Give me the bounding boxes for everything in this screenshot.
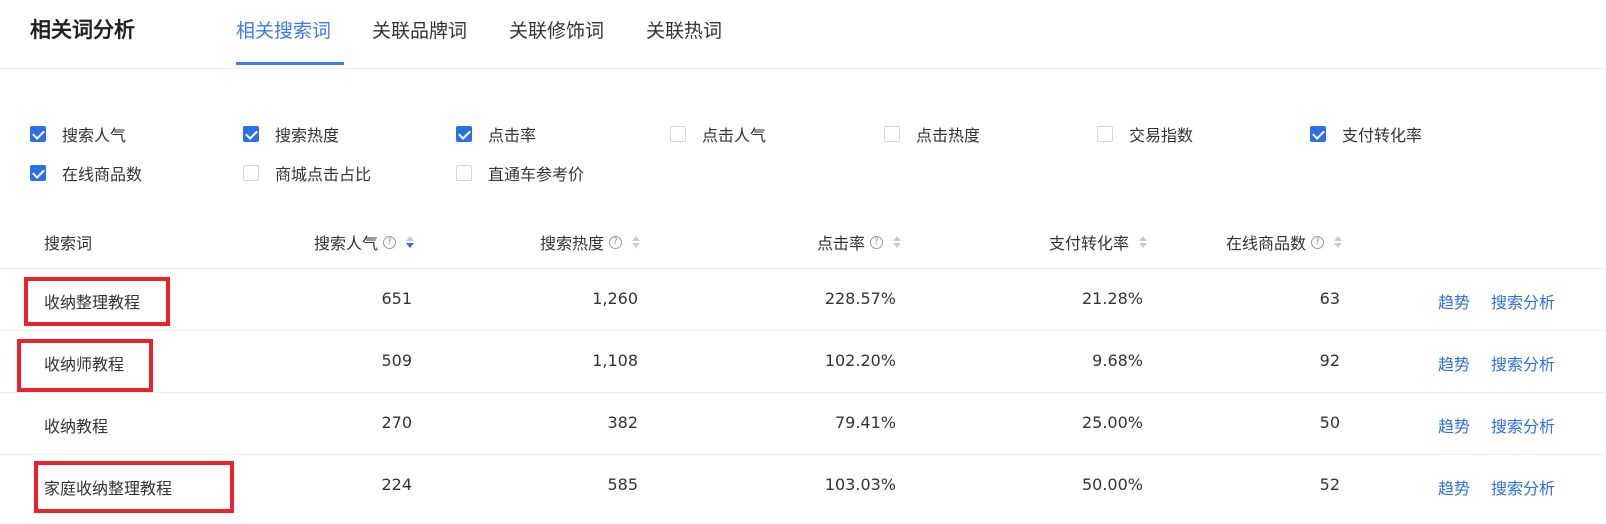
- keyword-cell: 收纳教程: [44, 417, 109, 436]
- tab-related-modifier-words[interactable]: 关联修饰词: [509, 16, 604, 43]
- ctr-cell: 103.03%: [824, 475, 896, 494]
- heat-cell: 382: [607, 413, 638, 432]
- checkbox-unchecked-icon[interactable]: [456, 165, 472, 181]
- tab-related-search-words[interactable]: 相关搜索词: [236, 16, 331, 43]
- popularity-cell: 509: [381, 351, 412, 370]
- products-cell: 63: [1319, 289, 1340, 308]
- checkbox-checked-icon[interactable]: [30, 126, 46, 142]
- trend-link[interactable]: 趋势: [1438, 475, 1470, 499]
- products-cell: 92: [1319, 351, 1340, 370]
- col-search-heat[interactable]: 搜索热度 ?: [540, 230, 641, 254]
- sort-icon[interactable]: [893, 236, 902, 248]
- heat-cell: 1,108: [592, 351, 638, 370]
- trend-link[interactable]: 趋势: [1438, 289, 1470, 313]
- heat-cell: 585: [607, 475, 638, 494]
- search-analysis-link[interactable]: 搜索分析: [1491, 289, 1555, 313]
- conversion-cell: 21.28%: [1081, 289, 1143, 308]
- popularity-cell: 651: [381, 289, 412, 308]
- filter-click-heat[interactable]: 点击热度: [884, 122, 980, 146]
- search-analysis-link[interactable]: 搜索分析: [1491, 351, 1555, 375]
- col-keyword: 搜索词: [44, 234, 93, 253]
- filter-click-popularity[interactable]: 点击人气: [670, 122, 766, 146]
- sort-icon[interactable]: [632, 236, 641, 248]
- products-cell: 52: [1319, 475, 1340, 494]
- conversion-cell: 50.00%: [1081, 475, 1143, 494]
- help-icon[interactable]: ?: [609, 235, 623, 249]
- tab-related-hot-words[interactable]: 关联热词: [646, 16, 722, 43]
- col-pay-conversion[interactable]: 支付转化率: [1049, 230, 1148, 254]
- checkbox-checked-icon[interactable]: [243, 126, 259, 142]
- heat-cell: 1,260: [592, 289, 638, 308]
- checkbox-unchecked-icon[interactable]: [884, 126, 900, 142]
- filter-trade-index[interactable]: 交易指数: [1097, 122, 1193, 146]
- filter-search-popularity[interactable]: 搜索人气: [30, 122, 126, 146]
- highlight-box: [24, 277, 170, 326]
- col-ctr[interactable]: 点击率 ?: [817, 230, 902, 254]
- checkbox-unchecked-icon[interactable]: [670, 126, 686, 142]
- filter-search-heat[interactable]: 搜索热度: [243, 122, 339, 146]
- active-tab-indicator: [236, 62, 344, 65]
- popularity-cell: 224: [381, 475, 412, 494]
- products-cell: 50: [1319, 413, 1340, 432]
- page-title: 相关词分析: [30, 18, 135, 42]
- filter-pay-conversion[interactable]: 支付转化率: [1310, 122, 1422, 146]
- highlight-box: [34, 461, 234, 513]
- table-row: 收纳整理教程 651 1,260 228.57% 21.28% 63 趋势 搜索…: [0, 268, 1606, 331]
- sort-icon[interactable]: [1139, 236, 1148, 248]
- checkbox-checked-icon[interactable]: [456, 126, 472, 142]
- filter-online-products[interactable]: 在线商品数: [30, 161, 142, 185]
- header: 相关词分析 相关搜索词 关联品牌词 关联修饰词 关联热词: [0, 0, 1606, 69]
- checkbox-checked-icon[interactable]: [1310, 126, 1326, 142]
- col-search-popularity[interactable]: 搜索人气 ?: [314, 230, 415, 254]
- checkbox-checked-icon[interactable]: [30, 165, 46, 181]
- help-icon[interactable]: ?: [870, 235, 884, 249]
- ctr-cell: 228.57%: [824, 289, 896, 308]
- trend-link[interactable]: 趋势: [1438, 413, 1470, 437]
- filter-ctr[interactable]: 点击率: [456, 122, 536, 146]
- conversion-cell: 9.68%: [1092, 351, 1143, 370]
- conversion-cell: 25.00%: [1081, 413, 1143, 432]
- search-analysis-link[interactable]: 搜索分析: [1491, 413, 1555, 437]
- popularity-cell: 270: [381, 413, 412, 432]
- search-analysis-link[interactable]: 搜索分析: [1491, 475, 1555, 499]
- ctr-cell: 79.41%: [834, 413, 896, 432]
- filter-mall-click-share[interactable]: 商城点击占比: [243, 161, 371, 185]
- ctr-cell: 102.20%: [824, 351, 896, 370]
- table-row: 收纳教程 270 382 79.41% 25.00% 50 趋势 搜索分析: [0, 392, 1606, 455]
- trend-link[interactable]: 趋势: [1438, 351, 1470, 375]
- help-icon[interactable]: ?: [1311, 235, 1325, 249]
- sort-icon[interactable]: [406, 236, 415, 248]
- help-icon[interactable]: ?: [383, 235, 397, 249]
- col-online-products[interactable]: 在线商品数 ?: [1226, 230, 1343, 254]
- highlight-box: [17, 339, 153, 392]
- table-row: 收纳师教程 509 1,108 102.20% 9.68% 92 趋势 搜索分析: [0, 330, 1606, 393]
- sort-icon[interactable]: [1334, 236, 1343, 248]
- checkbox-unchecked-icon[interactable]: [1097, 126, 1113, 142]
- table-row: 家庭收纳整理教程 224 585 103.03% 50.00% 52 趋势 搜索…: [0, 454, 1606, 517]
- tab-related-brand-words[interactable]: 关联品牌词: [372, 16, 467, 43]
- checkbox-unchecked-icon[interactable]: [243, 165, 259, 181]
- filter-ztc-price[interactable]: 直通车参考价: [456, 161, 584, 185]
